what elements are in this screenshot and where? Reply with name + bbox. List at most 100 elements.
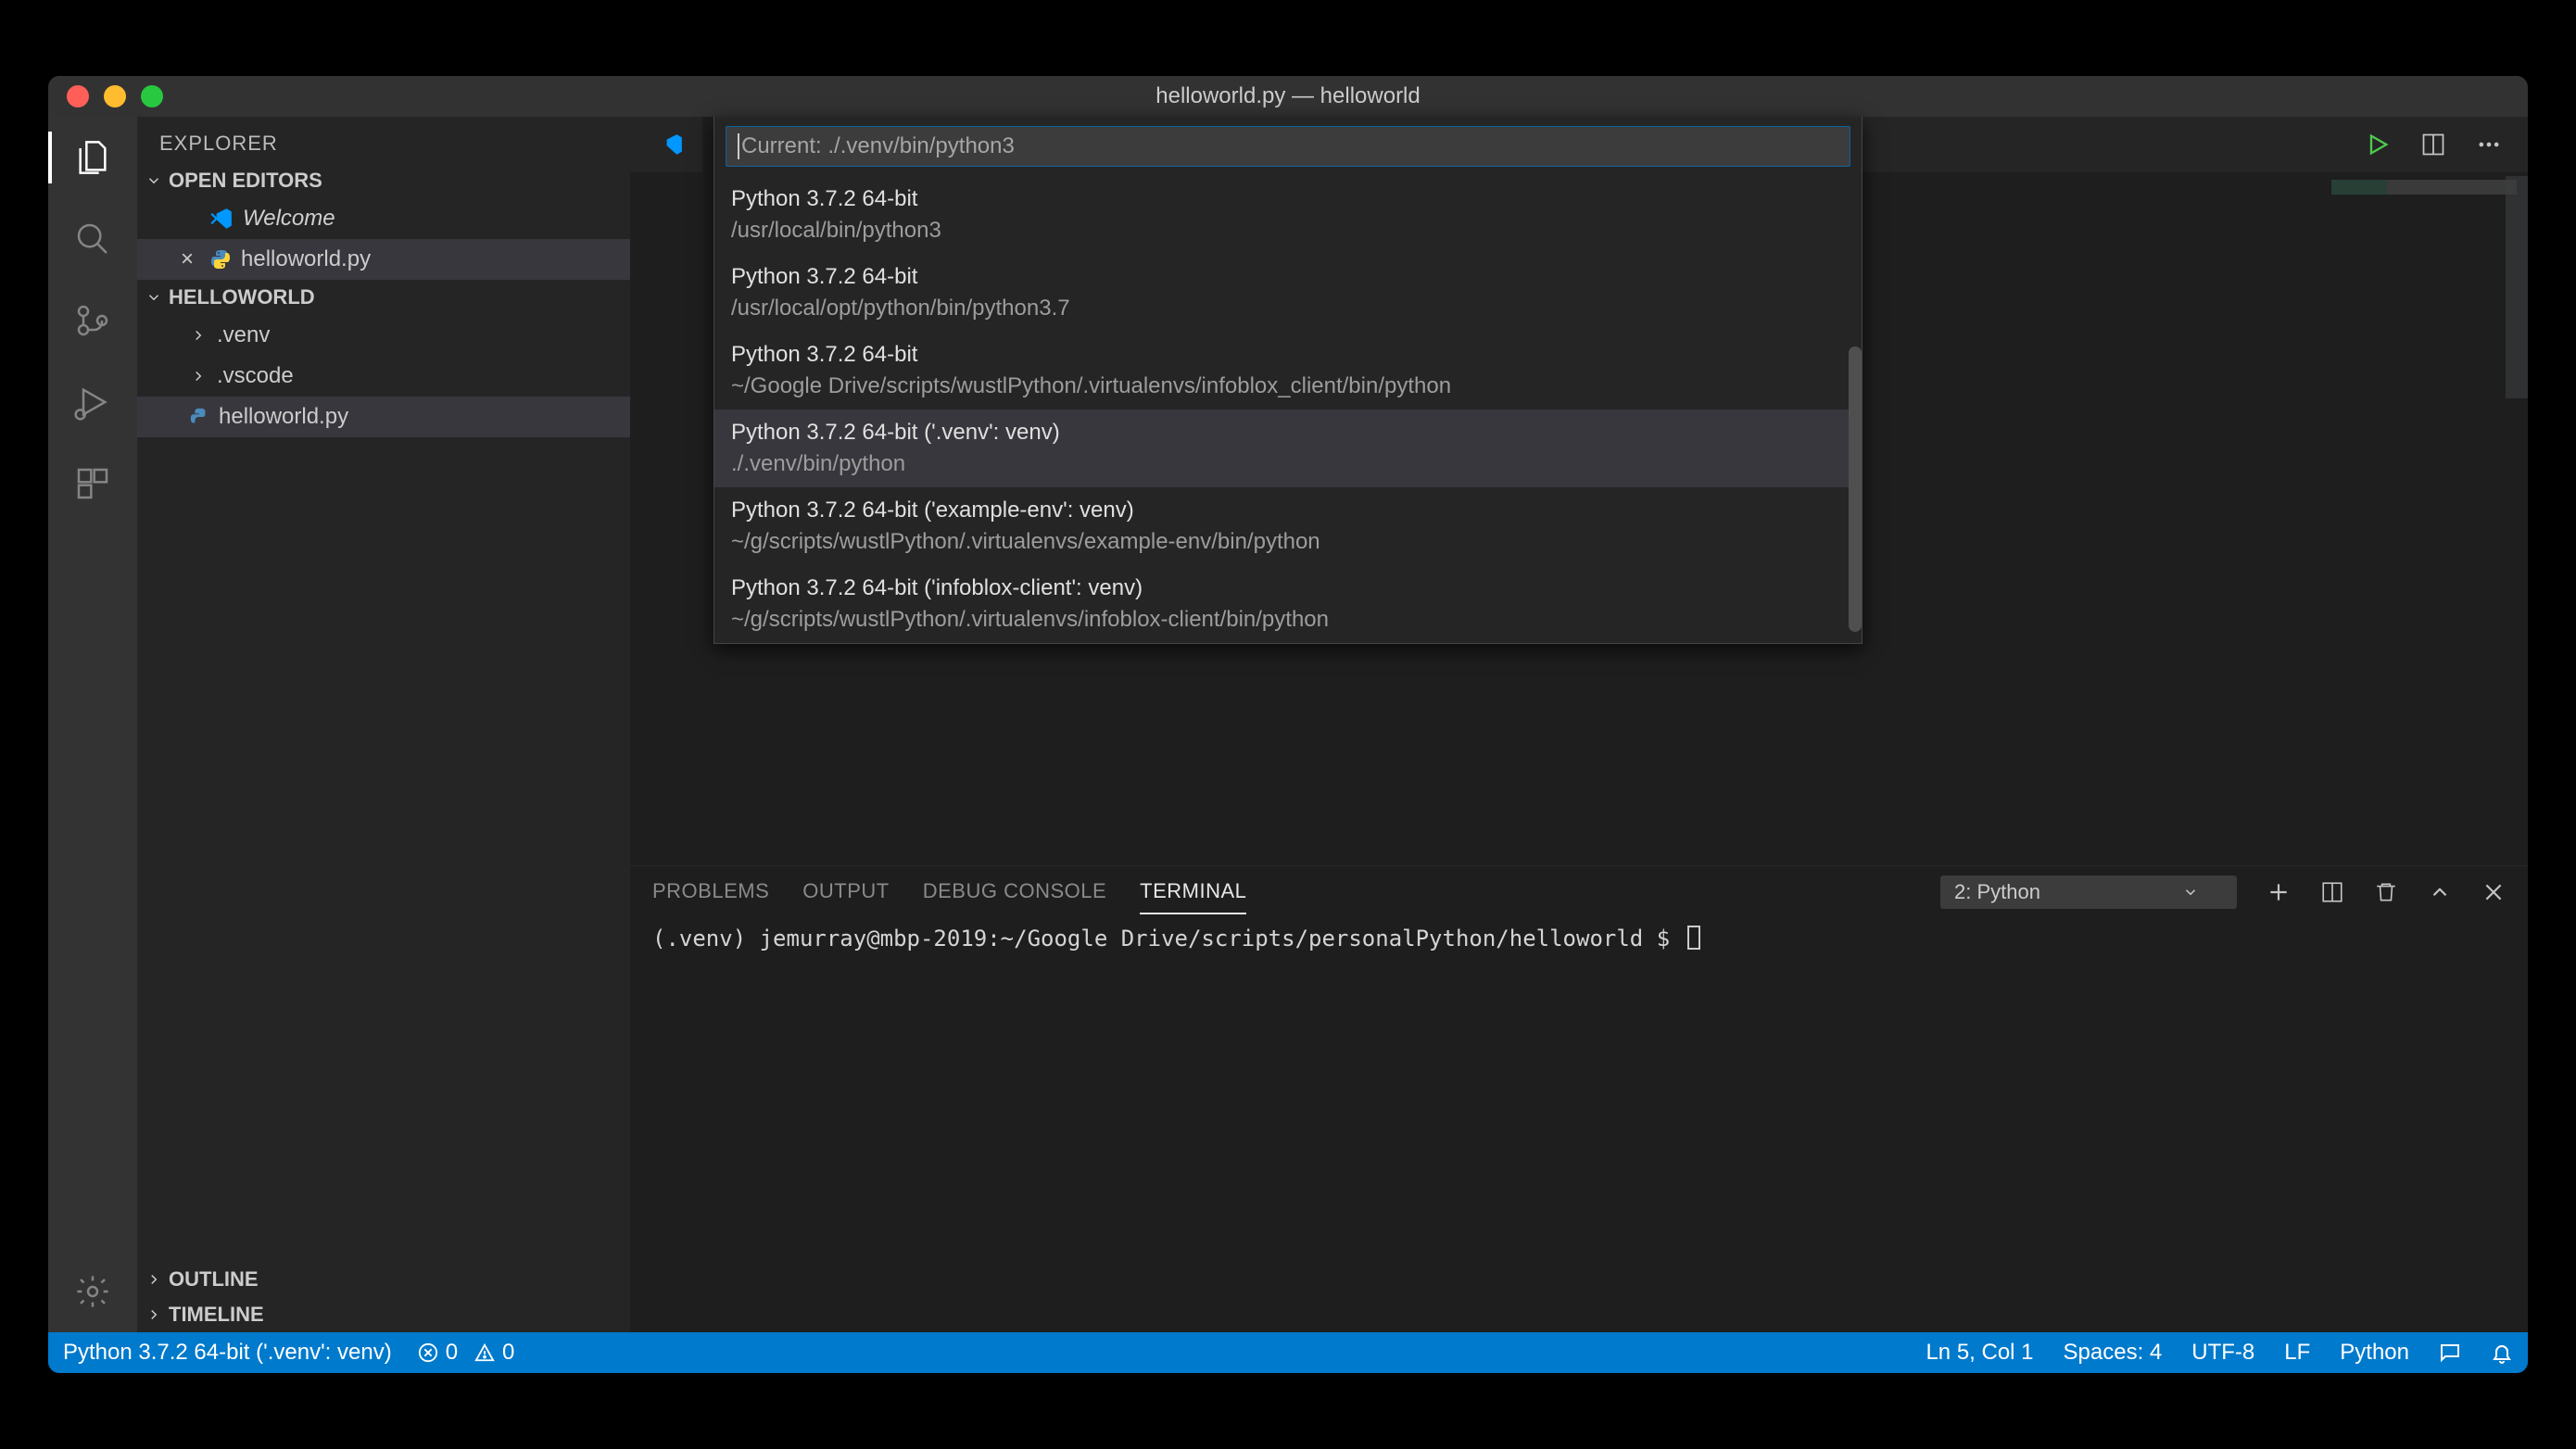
tab-output[interactable]: OUTPUT (802, 870, 889, 914)
status-notifications[interactable] (2491, 1342, 2513, 1364)
search-icon (74, 220, 111, 258)
terminal-cursor (1687, 926, 1700, 950)
quickpick-input[interactable]: Current: ./.venv/bin/python3 (726, 126, 1850, 167)
chevron-right-icon (189, 368, 208, 384)
python-icon (189, 407, 209, 427)
quickpick-item-selected[interactable]: Python 3.7.2 64-bit ('.venv': venv) ./.v… (714, 410, 1862, 487)
terminal-output[interactable]: (.venv) jemurray@mbp-2019:~/Google Drive… (630, 918, 2528, 1332)
vscode-icon (660, 132, 684, 157)
activity-bar (48, 117, 137, 1332)
status-language[interactable]: Python (2340, 1340, 2409, 1366)
activity-debug[interactable] (70, 380, 115, 424)
quickpick-item[interactable]: Python 3.7.2 64-bit /usr/local/bin/pytho… (714, 176, 1862, 254)
editor-label: Welcome (243, 206, 335, 232)
split-editor-button[interactable] (2420, 132, 2446, 158)
qp-path: /usr/local/opt/python/bin/python3.7 (731, 293, 1845, 324)
open-editor-helloworld[interactable]: × helloworld.py (137, 239, 630, 280)
status-position[interactable]: Ln 5, Col 1 (1926, 1340, 2033, 1366)
warning-icon (474, 1342, 495, 1363)
status-right: Ln 5, Col 1 Spaces: 4 UTF-8 LF Python (1926, 1340, 2513, 1366)
new-terminal-button[interactable] (2267, 880, 2291, 904)
tree-folder-vscode[interactable]: .vscode (137, 356, 630, 397)
trash-icon (2374, 880, 2398, 904)
feedback-icon (2439, 1342, 2461, 1364)
error-count: 0 (446, 1340, 458, 1366)
close-icon[interactable]: × (174, 246, 200, 272)
status-interpreter[interactable]: Python 3.7.2 64-bit ('.venv': venv) (63, 1340, 392, 1366)
folder-header[interactable]: HELLOWORLD (137, 280, 630, 315)
activity-extensions[interactable] (70, 461, 115, 506)
python-icon (209, 248, 232, 271)
kill-terminal-button[interactable] (2374, 880, 2398, 904)
panel-actions: 2: Python (1940, 876, 2506, 909)
chevron-right-icon (189, 327, 208, 344)
tree-folder-venv[interactable]: .venv (137, 315, 630, 356)
status-encoding[interactable]: UTF-8 (2191, 1340, 2254, 1366)
tab-terminal[interactable]: TERMINAL (1140, 870, 1246, 914)
chevron-down-icon (2182, 884, 2199, 901)
quickpick-item[interactable]: Python 3.7.2 64-bit ('infoblox-client': … (714, 565, 1862, 643)
status-indent[interactable]: Spaces: 4 (2064, 1340, 2163, 1366)
vscode-icon (209, 207, 234, 231)
editor-label: helloworld.py (241, 246, 371, 272)
terminal-selector[interactable]: 2: Python (1940, 876, 2237, 909)
activity-settings[interactable] (70, 1269, 115, 1314)
qp-path: /usr/local/bin/python3 (731, 215, 1845, 246)
qp-title: Python 3.7.2 64-bit (731, 261, 1845, 293)
chevron-right-icon (145, 1306, 163, 1323)
maximize-panel-button[interactable] (2428, 880, 2452, 904)
files-icon (74, 139, 111, 176)
activity-explorer[interactable] (70, 135, 115, 180)
status-feedback[interactable] (2439, 1342, 2461, 1364)
qp-title: Python 3.7.2 64-bit (731, 339, 1845, 371)
activity-scm[interactable] (70, 298, 115, 343)
quickpick-item[interactable]: Python 3.7.2 64-bit ~/Google Drive/scrip… (714, 332, 1862, 410)
minimap[interactable] (2331, 180, 2517, 195)
warning-count: 0 (502, 1340, 514, 1366)
minimap-slider[interactable] (2506, 176, 2528, 398)
quickpick-item[interactable]: Python 3.7.2 64-bit ('example-env': venv… (714, 487, 1862, 565)
vscode-window: helloworld.py — helloworld (48, 76, 2528, 1373)
run-debug-icon (74, 384, 111, 421)
close-panel-button[interactable] (2481, 880, 2506, 904)
titlebar: helloworld.py — helloworld (48, 76, 2528, 117)
open-editors-header[interactable]: OPEN EDITORS (137, 163, 630, 198)
close-icon (2481, 880, 2506, 904)
panel-tabs: PROBLEMS OUTPUT DEBUG CONSOLE TERMINAL 2… (630, 866, 2528, 918)
timeline-label: TIMELINE (169, 1303, 264, 1327)
quickpick-placeholder: Current: ./.venv/bin/python3 (741, 133, 1015, 159)
tab-debug-console[interactable]: DEBUG CONSOLE (923, 870, 1106, 914)
run-button[interactable] (2365, 132, 2391, 158)
statusbar: Python 3.7.2 64-bit ('.venv': venv) 0 0 … (48, 1332, 2528, 1373)
split-terminal-button[interactable] (2320, 880, 2344, 904)
activity-search[interactable] (70, 217, 115, 261)
interpreter-quickpick: Current: ./.venv/bin/python3 Python 3.7.… (713, 117, 1863, 644)
open-editors-label: OPEN EDITORS (169, 169, 322, 193)
window-title: helloworld.py — helloworld (1155, 83, 1420, 109)
outline-label: OUTLINE (169, 1267, 259, 1292)
terminal-line: (.venv) jemurray@mbp-2019:~/Google Drive… (652, 926, 1684, 951)
interpreter-label: Python 3.7.2 64-bit ('.venv': venv) (63, 1340, 392, 1366)
chevron-down-icon (145, 172, 163, 189)
qp-path: ~/Google Drive/scripts/wustlPython/.virt… (731, 371, 1845, 402)
tab-actions (2365, 132, 2528, 158)
tab-welcome[interactable] (641, 117, 702, 172)
timeline-header[interactable]: TIMELINE (137, 1297, 630, 1332)
status-eol[interactable]: LF (2284, 1340, 2310, 1366)
traffic-lights (48, 85, 163, 107)
window-close-button[interactable] (67, 85, 89, 107)
quickpick-item[interactable]: Python 3.7.2 64-bit /usr/local/opt/pytho… (714, 254, 1862, 332)
status-problems[interactable]: 0 0 (418, 1340, 515, 1366)
quickpick-scrollbar[interactable] (1849, 346, 1862, 632)
plus-icon (2267, 880, 2291, 904)
more-actions-button[interactable] (2476, 132, 2502, 158)
gear-icon (74, 1273, 111, 1310)
outline-header[interactable]: OUTLINE (137, 1262, 630, 1297)
open-editor-welcome[interactable]: Welcome (137, 198, 630, 239)
window-zoom-button[interactable] (141, 85, 163, 107)
qp-path: ~/g/scripts/wustlPython/.virtualenvs/inf… (731, 604, 1845, 636)
tab-problems[interactable]: PROBLEMS (652, 870, 769, 914)
bell-icon (2491, 1342, 2513, 1364)
window-minimize-button[interactable] (104, 85, 126, 107)
tree-file-helloworld[interactable]: helloworld.py (137, 397, 630, 437)
